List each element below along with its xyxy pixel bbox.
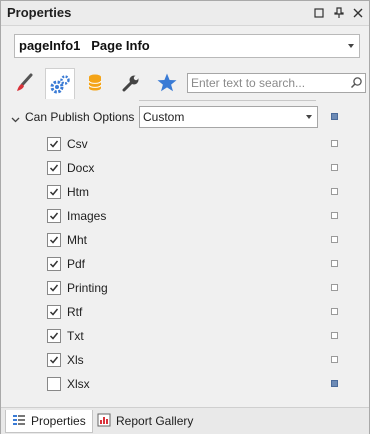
- grid-divider: [139, 100, 316, 101]
- option-label: Csv: [67, 137, 88, 151]
- list-item[interactable]: Docx: [1, 156, 369, 180]
- modified-marker: [331, 140, 338, 147]
- chevron-down-icon[interactable]: [11, 112, 20, 126]
- option-label: Xls: [67, 353, 84, 367]
- option-label: Xlsx: [67, 377, 90, 391]
- list-item[interactable]: Printing: [1, 276, 369, 300]
- object-selector-text: pageInfo1 Page Info: [19, 38, 150, 53]
- option-label: Txt: [67, 329, 84, 343]
- close-icon[interactable]: [349, 4, 367, 22]
- category-row[interactable]: Can Publish Options Custom: [1, 106, 369, 128]
- option-label: Docx: [67, 161, 95, 175]
- option-label: Mht: [67, 233, 88, 247]
- properties-icon: [12, 413, 26, 430]
- modified-marker: [331, 212, 338, 219]
- modified-marker: [331, 188, 338, 195]
- modified-marker: [331, 308, 338, 315]
- search-placeholder: Enter text to search...: [191, 76, 306, 90]
- option-checkbox[interactable]: [47, 353, 61, 367]
- modified-marker: [331, 380, 338, 387]
- report-gallery-icon: [97, 413, 111, 430]
- list-item[interactable]: Txt: [1, 324, 369, 348]
- option-checkbox[interactable]: [47, 305, 61, 319]
- modified-marker: [331, 260, 338, 267]
- option-label: Images: [67, 209, 107, 223]
- property-grid: Can Publish Options Custom Csv Docx Htm Ima…: [1, 100, 369, 402]
- option-checkbox[interactable]: [47, 233, 61, 247]
- title-bar: Properties: [1, 1, 369, 26]
- list-item[interactable]: Csv: [1, 132, 369, 156]
- category-value-dropdown[interactable]: Custom: [139, 106, 318, 128]
- modified-marker: [331, 164, 338, 171]
- option-checkbox[interactable]: [47, 185, 61, 199]
- option-checkbox[interactable]: [47, 209, 61, 223]
- maximize-icon[interactable]: [310, 4, 328, 22]
- panel-title: Properties: [7, 5, 72, 20]
- tab-properties-label: Properties: [31, 414, 86, 428]
- tab-report-gallery[interactable]: Report Gallery: [91, 410, 199, 432]
- option-checkbox[interactable]: [47, 329, 61, 343]
- search-input[interactable]: Enter text to search...: [187, 73, 366, 93]
- database-icon[interactable]: [81, 69, 109, 97]
- star-icon[interactable]: [153, 69, 181, 97]
- properties-panel: Properties pageInfo1 Page Info Enter tex…: [0, 0, 370, 434]
- modified-marker: [331, 284, 338, 291]
- category-label: Can Publish Options: [25, 110, 135, 124]
- brush-icon[interactable]: [11, 69, 39, 97]
- modified-marker: [331, 356, 338, 363]
- option-checkbox[interactable]: [47, 377, 61, 391]
- bottom-tab-bar: Properties Report Gallery: [1, 407, 369, 434]
- search-icon[interactable]: [350, 76, 363, 92]
- pin-icon[interactable]: [330, 4, 348, 22]
- wrench-icon[interactable]: [117, 69, 145, 97]
- option-label: Rtf: [67, 305, 83, 319]
- tab-report-gallery-label: Report Gallery: [116, 414, 194, 428]
- modified-marker: [331, 332, 338, 339]
- list-item[interactable]: Images: [1, 204, 369, 228]
- chevron-down-icon: [348, 44, 354, 48]
- gears-icon[interactable]: [45, 68, 75, 99]
- option-checkbox[interactable]: [47, 281, 61, 295]
- list-item[interactable]: Htm: [1, 180, 369, 204]
- option-checkbox[interactable]: [47, 137, 61, 151]
- option-label: Printing: [67, 281, 108, 295]
- tab-properties[interactable]: Properties: [5, 410, 93, 433]
- category-value: Custom: [143, 110, 185, 124]
- option-label: Htm: [67, 185, 89, 199]
- list-item[interactable]: Mht: [1, 228, 369, 252]
- modified-marker: [331, 236, 338, 243]
- modified-marker: [331, 113, 338, 120]
- object-selector[interactable]: pageInfo1 Page Info: [14, 34, 360, 58]
- list-item[interactable]: Pdf: [1, 252, 369, 276]
- option-checkbox[interactable]: [47, 257, 61, 271]
- option-checkbox[interactable]: [47, 161, 61, 175]
- list-item[interactable]: Xls: [1, 348, 369, 372]
- list-item[interactable]: Xlsx: [1, 372, 369, 396]
- option-label: Pdf: [67, 257, 86, 271]
- list-item[interactable]: Rtf: [1, 300, 369, 324]
- chevron-down-icon: [306, 115, 312, 119]
